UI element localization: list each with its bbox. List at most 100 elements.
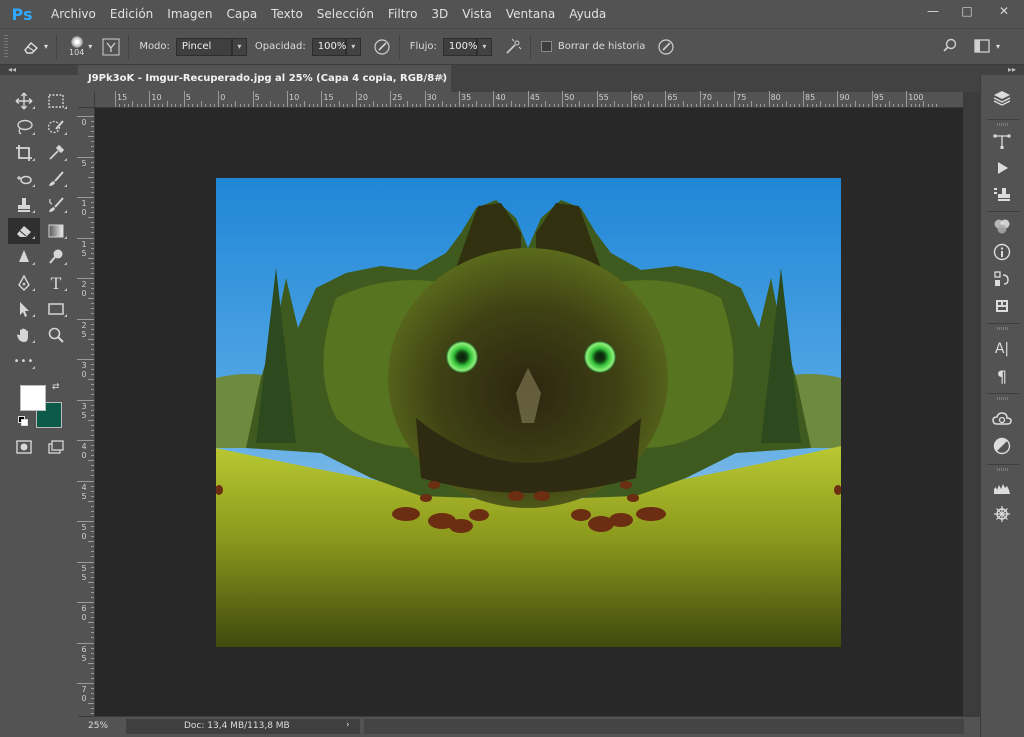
maximize-button[interactable]: □ (950, 0, 984, 22)
zoom-level[interactable]: 25% (88, 721, 108, 731)
menu-capa[interactable]: Capa (219, 0, 264, 28)
menu-texto[interactable]: Texto (264, 0, 310, 28)
photoshop-logo[interactable]: Ps (0, 0, 44, 28)
character-icon[interactable]: A| (991, 338, 1013, 360)
actions-play-icon[interactable] (991, 157, 1013, 179)
layers-icon[interactable] (991, 87, 1013, 109)
document-tab[interactable]: J9Pk3oK - Imgur-Recuperado.jpg al 25% (C… (78, 65, 451, 111)
panel-grip[interactable] (997, 397, 1009, 400)
screen-mode-button[interactable] (40, 434, 72, 460)
adjustments-icon[interactable] (991, 435, 1013, 457)
brush-settings-toggle[interactable] (102, 38, 120, 56)
history-icon[interactable] (991, 268, 1013, 290)
mode-select[interactable]: Pincel ▾ (175, 37, 247, 56)
clone-source-icon[interactable] (991, 184, 1013, 206)
ruler-tick (708, 104, 710, 107)
airbrush-button[interactable] (504, 38, 522, 56)
menu-filtro[interactable]: Filtro (381, 0, 424, 28)
workspace-switcher[interactable]: ▾ (974, 38, 1000, 54)
menu-3d[interactable]: 3D (424, 0, 455, 28)
ruler-tick (235, 101, 237, 107)
ruler-tick (91, 505, 94, 507)
brush-tool[interactable] (40, 166, 72, 192)
quick-mask-button[interactable] (8, 434, 40, 460)
vertical-scrollbar[interactable] (963, 92, 980, 716)
3d-icon[interactable] (991, 295, 1013, 317)
minimize-button[interactable]: — (916, 0, 950, 22)
pressure-opacity-button[interactable] (373, 38, 391, 56)
ruler-label: 3 5 (81, 401, 87, 420)
navigator-icon[interactable] (991, 503, 1013, 525)
vertical-ruler[interactable]: 0 5 1 0 1 5 2 0 2 5 3 0 3 5 4 0 4 5 5 0 5 5 6 0 6 5 7 … (77, 108, 95, 720)
status-menu-arrow-icon[interactable]: › (346, 720, 350, 730)
crop-tool[interactable] (8, 140, 40, 166)
type-icon: T (50, 273, 62, 293)
history-brush-tool[interactable] (40, 192, 72, 218)
rectangle-tool[interactable] (40, 296, 72, 322)
panel-grip[interactable] (997, 123, 1009, 126)
ruler-tick (459, 91, 460, 107)
document-image[interactable] (216, 178, 841, 647)
brush-preset-picker[interactable]: 104 (69, 36, 84, 57)
menu-seleccion[interactable]: Selección (310, 0, 381, 28)
dodge-tool[interactable] (40, 244, 72, 270)
type-tool[interactable]: T (40, 270, 72, 296)
opacity-field[interactable]: 100% ▾ (311, 37, 361, 56)
search-button[interactable] (942, 38, 958, 54)
close-tab-icon[interactable]: × (437, 65, 445, 92)
eraser-tool[interactable] (8, 218, 40, 244)
dock-collapse[interactable]: ▸▸ (980, 65, 1024, 75)
info-icon[interactable] (991, 241, 1013, 263)
paths-icon[interactable] (991, 130, 1013, 152)
zoom-tool[interactable] (40, 322, 72, 348)
options-grip[interactable] (4, 34, 8, 59)
right-eye (584, 341, 616, 373)
menu-imagen[interactable]: Imagen (160, 0, 219, 28)
document-info[interactable]: Doc: 13,4 MB/113,8 MB (126, 719, 360, 734)
libraries-icon[interactable] (991, 408, 1013, 430)
menu-archivo[interactable]: Archivo (44, 0, 103, 28)
path-selection-tool[interactable] (8, 296, 40, 322)
panel-grip[interactable] (997, 327, 1009, 330)
ruler-label: 3 0 (81, 361, 87, 379)
ruler-tick (91, 191, 94, 193)
close-button[interactable]: ✕ (984, 0, 1024, 22)
menu-ayuda[interactable]: Ayuda (562, 0, 613, 28)
healing-tool[interactable] (8, 166, 40, 192)
erase-history-option[interactable]: Borrar de historia (540, 41, 645, 52)
pen-tool[interactable] (8, 270, 40, 296)
ruler-tick (77, 359, 94, 360)
lasso-tool[interactable] (8, 114, 40, 140)
erase-history-checkbox[interactable] (540, 41, 552, 52)
gradient-tool[interactable] (40, 218, 72, 244)
foreground-color-swatch[interactable] (20, 385, 46, 411)
horizontal-scrollbar[interactable] (364, 719, 964, 734)
move-tool[interactable] (8, 88, 40, 114)
histogram-icon[interactable] (991, 477, 1013, 499)
default-colors-icon[interactable] (18, 416, 28, 426)
panel-grip[interactable] (997, 468, 1009, 471)
canvas-area[interactable] (95, 108, 963, 716)
rectangle-marquee-icon (48, 94, 64, 108)
eyedropper-tool[interactable] (40, 140, 72, 166)
menu-ventana[interactable]: Ventana (499, 0, 562, 28)
channels-icon[interactable] (991, 215, 1013, 237)
ruler-origin[interactable] (78, 92, 95, 108)
hand-tool[interactable] (8, 322, 40, 348)
blur-tool[interactable] (8, 244, 40, 270)
tool-preset-picker[interactable]: ▾ (22, 39, 48, 55)
paragraph-icon[interactable]: ¶ (991, 365, 1013, 387)
quick-selection-tool[interactable] (40, 114, 72, 140)
edit-toolbar-button[interactable]: ••• (8, 348, 40, 374)
swap-colors-icon[interactable]: ⇄ (52, 382, 60, 392)
pressure-size-button[interactable] (657, 38, 675, 56)
menu-vista[interactable]: Vista (455, 0, 499, 28)
marquee-tool[interactable] (40, 88, 72, 114)
horizontal-ruler[interactable]: 15 10 5 0 5 10 15 20 25 30 35 40 45 50 55 60 65 70 75 80 85 9… (95, 91, 963, 108)
menu-edicion[interactable]: Edición (103, 0, 160, 28)
ruler-tick (91, 455, 94, 457)
chevron-down-icon[interactable]: ▾ (88, 42, 92, 51)
tools-panel-collapse[interactable]: ◂◂ (0, 65, 78, 75)
flow-field[interactable]: 100% ▾ (442, 37, 492, 56)
clone-stamp-tool[interactable] (8, 192, 40, 218)
